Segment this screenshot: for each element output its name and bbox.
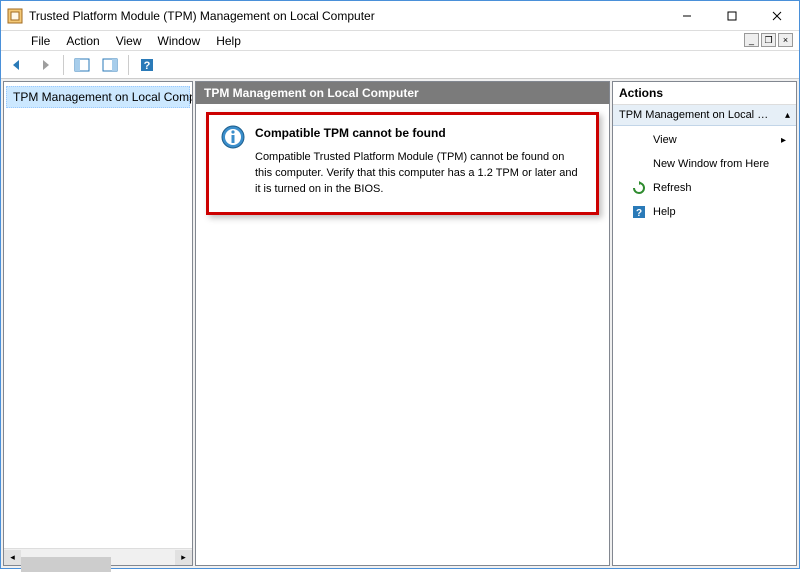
child-minimize-button[interactable]: _ — [744, 33, 759, 47]
forward-button[interactable] — [33, 53, 57, 77]
scroll-right-button[interactable]: ▸ — [175, 550, 192, 565]
toolbar-separator — [63, 55, 64, 75]
info-heading: Compatible TPM cannot be found — [255, 125, 584, 142]
app-icon — [7, 8, 23, 24]
tree-body: TPM Management on Local Comp — [4, 82, 192, 548]
actions-group-label: TPM Management on Local Computer — [619, 109, 769, 121]
menubar: File Action View Window Help _ ❐ × — [1, 31, 799, 51]
svg-text:?: ? — [144, 60, 151, 72]
menu-help[interactable]: Help — [208, 32, 249, 50]
center-pane-header: TPM Management on Local Computer — [196, 82, 609, 104]
info-body: Compatible Trusted Platform Module (TPM)… — [255, 150, 584, 198]
tree-pane: TPM Management on Local Comp ◂ ▸ — [3, 81, 193, 566]
actions-pane: Actions TPM Management on Local Computer… — [612, 81, 797, 566]
toolbar: ? — [1, 51, 799, 79]
info-icon — [221, 125, 245, 149]
panel-tree-icon — [74, 57, 90, 73]
tree-item-tpm[interactable]: TPM Management on Local Comp — [6, 86, 190, 108]
action-label: New Window from Here — [653, 158, 769, 170]
menu-file[interactable]: File — [23, 32, 58, 50]
maximize-button[interactable] — [709, 1, 754, 30]
actions-title: Actions — [613, 82, 796, 105]
actions-list: View ▸ New Window from Here Refresh — [613, 126, 796, 226]
collapse-icon: ▴ — [785, 110, 790, 121]
tpm-not-found-notice: Compatible TPM cannot be found Compatibl… — [206, 112, 599, 215]
window-controls — [664, 1, 799, 30]
refresh-icon — [631, 180, 647, 196]
child-close-button[interactable]: × — [778, 33, 793, 47]
tree-item-label: TPM Management on Local Comp — [13, 90, 192, 104]
toolbar-separator — [128, 55, 129, 75]
workspace: TPM Management on Local Comp ◂ ▸ TPM Man… — [1, 79, 799, 568]
action-refresh[interactable]: Refresh — [613, 176, 796, 200]
submenu-icon: ▸ — [781, 135, 786, 146]
menu-window[interactable]: Window — [150, 32, 209, 50]
close-button[interactable] — [754, 1, 799, 30]
help-icon: ? — [631, 204, 647, 220]
action-label: View — [653, 134, 677, 146]
center-pane: TPM Management on Local Computer Compati… — [195, 81, 610, 566]
action-label: Help — [653, 206, 676, 218]
help-icon: ? — [139, 57, 155, 73]
minimize-button[interactable] — [664, 1, 709, 30]
actions-group-header[interactable]: TPM Management on Local Computer ▴ — [613, 105, 796, 126]
help-button[interactable]: ? — [135, 53, 159, 77]
arrow-right-icon — [37, 57, 53, 73]
horizontal-scrollbar[interactable]: ◂ ▸ — [4, 548, 192, 565]
info-text: Compatible TPM cannot be found Compatibl… — [255, 125, 584, 198]
svg-text:?: ? — [636, 208, 642, 219]
menu-view[interactable]: View — [108, 32, 150, 50]
center-body: Compatible TPM cannot be found Compatibl… — [196, 104, 609, 565]
panel-actions-icon — [102, 57, 118, 73]
show-hide-actions-button[interactable] — [98, 53, 122, 77]
scroll-left-button[interactable]: ◂ — [4, 550, 21, 565]
action-view[interactable]: View ▸ — [613, 128, 796, 152]
arrow-left-icon — [9, 57, 25, 73]
blank-icon — [631, 156, 647, 172]
scroll-thumb[interactable] — [21, 557, 111, 572]
menu-action[interactable]: Action — [58, 32, 107, 50]
child-window-controls: _ ❐ × — [744, 33, 793, 47]
window-title: Trusted Platform Module (TPM) Management… — [29, 9, 664, 23]
blank-icon — [631, 132, 647, 148]
action-help[interactable]: ? Help — [613, 200, 796, 224]
titlebar: Trusted Platform Module (TPM) Management… — [1, 1, 799, 31]
child-restore-button[interactable]: ❐ — [761, 33, 776, 47]
action-label: Refresh — [653, 182, 692, 194]
show-hide-tree-button[interactable] — [70, 53, 94, 77]
back-button[interactable] — [5, 53, 29, 77]
action-new-window[interactable]: New Window from Here — [613, 152, 796, 176]
